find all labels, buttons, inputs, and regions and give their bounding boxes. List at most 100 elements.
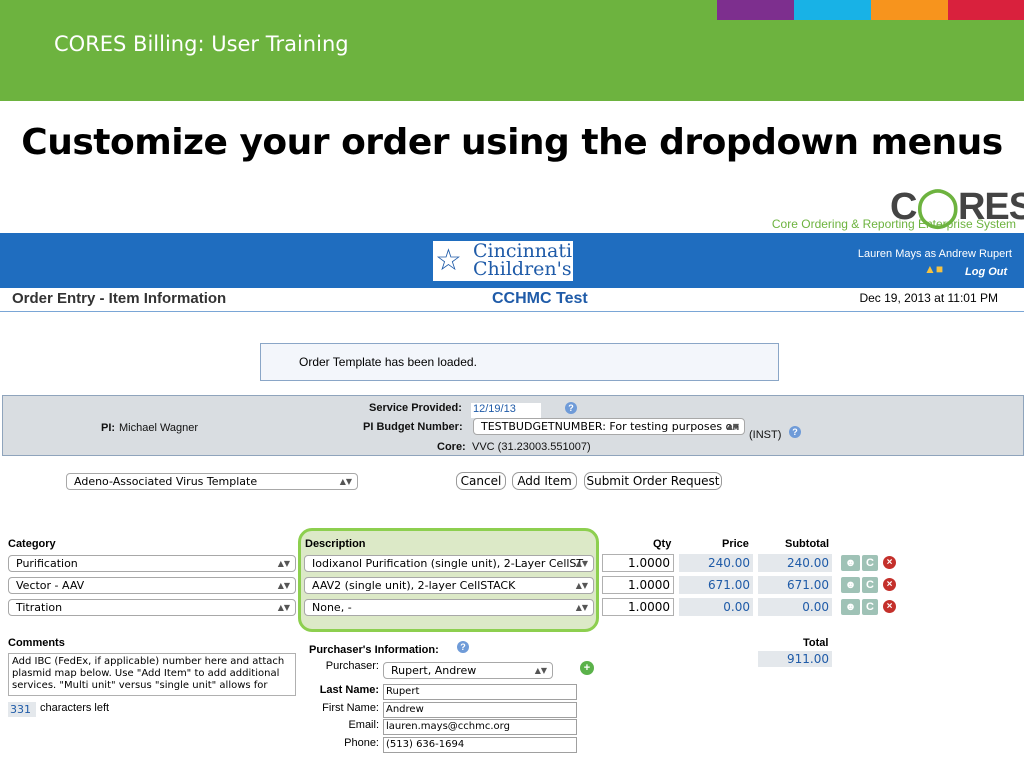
template-select-value: Adeno-Associated Virus Template [74, 475, 258, 488]
description-value: None, - [312, 601, 352, 614]
color-strip-red [948, 0, 1024, 20]
add-purchaser-icon[interactable]: + [580, 661, 594, 675]
phone-field[interactable]: (513) 636-1694 [383, 737, 577, 753]
service-date-field[interactable]: 12/19/13 [471, 403, 541, 418]
color-strip-orange [871, 0, 948, 20]
purchaser-select-value: Rupert, Andrew [391, 664, 477, 677]
subtotal-value: 0.00 [758, 598, 832, 616]
dropdown-arrow-icon: ▲▼ [339, 477, 352, 486]
price-value: 0.00 [679, 598, 753, 616]
delete-row-icon[interactable]: × [883, 578, 896, 591]
help-icon[interactable]: ? [457, 641, 469, 653]
purchaser-label: Purchaser: [325, 660, 379, 672]
category-select[interactable]: Titration ▲▼ [8, 599, 296, 616]
description-select[interactable]: AAV2 (single unit), 2-layer CellSTACK ▲▼ [304, 577, 594, 594]
last-name-label: Last Name: [319, 684, 379, 696]
description-select[interactable]: None, - ▲▼ [304, 599, 594, 616]
child-figure-icon: ☆ [435, 244, 462, 277]
description-value: AAV2 (single unit), 2-layer CellSTACK [312, 579, 516, 592]
description-select[interactable]: Iodixanol Purification (single unit), 2-… [304, 555, 594, 572]
submit-order-button[interactable]: Submit Order Request [584, 472, 722, 490]
notice-box: Order Template has been loaded. [260, 343, 779, 381]
template-select[interactable]: Adeno-Associated Virus Template ▲▼ [66, 473, 358, 490]
budget-suffix: (INST) [749, 429, 782, 441]
category-value: Purification [16, 557, 78, 570]
purchaser-select[interactable]: Rupert, Andrew ▲▼ [383, 662, 553, 679]
person-icon[interactable]: ☻ [841, 555, 860, 571]
hospital-logo-text: Cincinnati Children's [473, 240, 573, 280]
help-icon[interactable]: ? [565, 402, 577, 414]
help-icon[interactable]: ? [789, 426, 801, 438]
dropdown-arrow-icon: ▲▼ [277, 581, 290, 590]
dropdown-arrow-icon: ▲▼ [575, 559, 588, 568]
cores-tagline: Core Ordering & Reporting Enterprise Sys… [771, 217, 1016, 231]
qty-input[interactable]: 1.0000 [602, 576, 674, 594]
first-name-field[interactable]: Andrew [383, 702, 577, 718]
dropdown-arrow-icon: ▲▼ [575, 581, 588, 590]
copy-icon[interactable]: C [862, 599, 878, 615]
color-strip-purple [717, 0, 794, 20]
purchaser-heading: Purchaser's Information: [309, 644, 439, 656]
description-value: Iodixanol Purification (single unit), 2-… [312, 557, 584, 570]
qty-input[interactable]: 1.0000 [602, 598, 674, 616]
hospital-logo: ☆ Cincinnati Children's [433, 241, 573, 281]
dropdown-arrow-icon: ▲▼ [277, 603, 290, 612]
delete-row-icon[interactable]: × [883, 600, 896, 613]
category-select[interactable]: Purification ▲▼ [8, 555, 296, 572]
budget-select[interactable]: TESTBUDGETNUMBER: For testing purposes o… [473, 418, 745, 435]
date-label: Dec 19, 2013 at 11:01 PM [859, 291, 998, 305]
notice-text: Order Template has been loaded. [299, 355, 477, 369]
user-tools-icon[interactable]: ▲■ [924, 262, 943, 276]
column-header-category: Category [8, 538, 56, 550]
column-header-price: Price [722, 538, 749, 550]
person-icon[interactable]: ☻ [841, 577, 860, 593]
core-label: Core: [437, 441, 466, 453]
person-icon[interactable]: ☻ [841, 599, 860, 615]
slide-heading: Customize your order using the dropdown … [21, 122, 1003, 163]
last-name-field[interactable]: Rupert [383, 684, 577, 700]
logout-link[interactable]: Log Out [965, 266, 1007, 278]
dropdown-arrow-icon: ▲▼ [277, 559, 290, 568]
dropdown-arrow-icon: ▲▼ [534, 666, 547, 675]
phone-label: Phone: [344, 737, 379, 749]
category-value: Vector - AAV [16, 579, 85, 592]
budget-select-value: TESTBUDGETNUMBER: For testing purposes o… [481, 420, 740, 433]
comments-textarea[interactable]: Add IBC (FedEx, if applicable) number he… [8, 653, 296, 696]
price-value: 240.00 [679, 554, 753, 572]
add-item-button[interactable]: Add Item [512, 472, 577, 490]
pi-label: PI: [101, 422, 116, 434]
facility-label: CCHMC Test [492, 290, 588, 307]
delete-row-icon[interactable]: × [883, 556, 896, 569]
price-value: 671.00 [679, 576, 753, 594]
email-field[interactable]: lauren.mays@cchmc.org [383, 719, 577, 735]
copy-icon[interactable]: C [862, 555, 878, 571]
color-strip-cyan [794, 0, 871, 20]
subtotal-value: 671.00 [758, 576, 832, 594]
slide-title: CORES Billing: User Training [54, 32, 349, 56]
first-name-label: First Name: [322, 702, 379, 714]
comments-label: Comments [8, 637, 65, 649]
column-header-description: Description [305, 538, 366, 550]
core-value: VVC (31.23003.551007) [472, 441, 591, 453]
category-select[interactable]: Vector - AAV ▲▼ [8, 577, 296, 594]
divider [0, 311, 1024, 312]
cancel-button[interactable]: Cancel [456, 472, 506, 490]
qty-input[interactable]: 1.0000 [602, 554, 674, 572]
order-info-panel: PI: Michael Wagner Service Provided: 12/… [2, 395, 1024, 456]
email-label: Email: [348, 719, 379, 731]
dropdown-arrow-icon: ▲▼ [575, 603, 588, 612]
page-title: Order Entry - Item Information [12, 290, 227, 307]
subtotal-value: 240.00 [758, 554, 832, 572]
service-label: Service Provided: [369, 402, 462, 414]
column-header-qty: Qty [653, 538, 672, 550]
category-value: Titration [16, 601, 63, 614]
copy-icon[interactable]: C [862, 577, 878, 593]
user-info: Lauren Mays as Andrew Rupert [857, 248, 1012, 260]
budget-label: PI Budget Number: [363, 421, 463, 433]
column-header-subtotal: Subtotal [785, 538, 829, 550]
total-value: 911.00 [758, 651, 832, 667]
chars-left-label: characters left [40, 702, 110, 714]
pi-name: Michael Wagner [119, 422, 199, 434]
total-label: Total [803, 637, 829, 649]
chars-left-count: 331 [8, 702, 36, 717]
